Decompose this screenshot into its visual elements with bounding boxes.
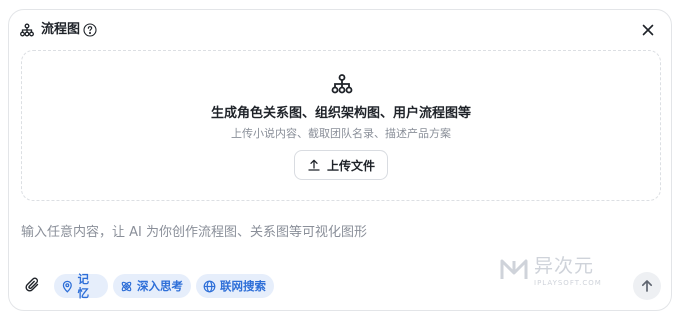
memory-chip-label: 记忆 xyxy=(77,272,90,300)
file-dropzone[interactable]: 生成角色关系图、组织架构图、用户流程图等 上传小说内容、截取团队名录、描述产品方… xyxy=(21,50,661,201)
send-button[interactable] xyxy=(633,272,661,300)
upload-icon xyxy=(308,159,320,171)
web-search-chip-label: 联网搜索 xyxy=(220,279,266,293)
dropzone-subtitle: 上传小说内容、截取团队名录、描述产品方案 xyxy=(231,127,451,140)
memory-pin-icon xyxy=(62,280,72,293)
close-icon[interactable] xyxy=(639,21,657,39)
flowchart-icon xyxy=(20,23,34,37)
globe-icon xyxy=(203,280,216,292)
dropzone-title: 生成角色关系图、组织架构图、用户流程图等 xyxy=(210,106,471,121)
watermark-text: 异次元 xyxy=(534,255,595,277)
paperclip-icon[interactable] xyxy=(24,276,42,294)
prompt-input[interactable]: 输入任意内容，让 AI 为你创作流程图、关系图等可视化图形 xyxy=(21,223,581,243)
deep-think-chip[interactable]: 深入思考 xyxy=(113,274,191,298)
upload-file-button[interactable]: 上传文件 xyxy=(294,150,388,180)
deep-think-chip-label: 深入思考 xyxy=(137,279,183,293)
web-search-chip[interactable]: 联网搜索 xyxy=(196,274,274,298)
watermark-subtext: IPLAYSOFT.COM xyxy=(534,279,602,287)
flowchart-panel: 流程图 生成角色关系图、组织架构图、用户流程图等 上传小说内容、截取团队名录、描… xyxy=(8,9,672,311)
watermark-logo-icon xyxy=(500,259,528,279)
panel-title: 流程图 xyxy=(41,22,81,37)
flowchart-icon xyxy=(331,74,353,94)
help-icon[interactable] xyxy=(83,23,97,37)
arrow-up-icon xyxy=(641,280,653,292)
deep-think-icon xyxy=(121,281,132,291)
memory-chip[interactable]: 记忆 xyxy=(54,272,108,300)
panel-header: 流程图 xyxy=(9,10,671,50)
watermark: 异次元 IPLAYSOFT.COM xyxy=(499,253,615,293)
upload-file-label: 上传文件 xyxy=(326,158,375,173)
